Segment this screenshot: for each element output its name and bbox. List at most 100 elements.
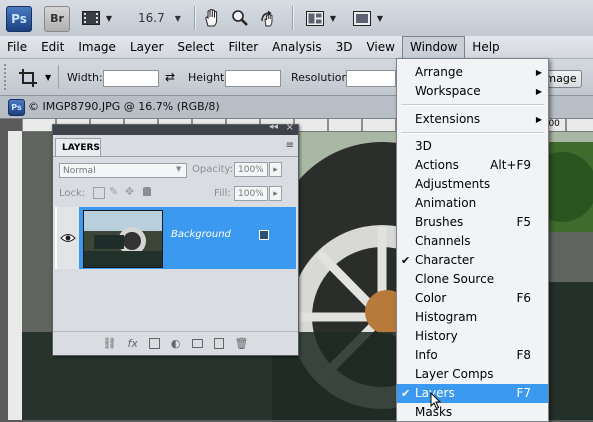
- menu-layer[interactable]: Layer: [123, 36, 170, 58]
- lock-transparency-icon[interactable]: [93, 187, 105, 199]
- menu-item-label: Layer Comps: [415, 367, 494, 381]
- panel-menu-icon[interactable]: ≡: [286, 140, 294, 151]
- menu-item-info[interactable]: Info F8: [397, 346, 548, 365]
- menu-item-character[interactable]: ✔ Character: [397, 251, 548, 270]
- opacity-arrow[interactable]: ▸: [269, 162, 282, 177]
- arrange-documents-icon[interactable]: [304, 6, 326, 30]
- zoom-value: 16.7: [138, 11, 165, 25]
- menu-file[interactable]: File: [0, 36, 34, 58]
- menu-select[interactable]: Select: [170, 36, 221, 58]
- menu-item-adjustments[interactable]: Adjustments: [397, 175, 548, 194]
- zoom-level-dropdown[interactable]: 16.7 ▼: [126, 6, 204, 30]
- menu-edit[interactable]: Edit: [34, 36, 71, 58]
- collapse-icon[interactable]: ◂◂: [269, 122, 278, 132]
- tab-layers[interactable]: LAYERS: [55, 138, 101, 156]
- menu-item-workspace[interactable]: Workspace ▶: [397, 82, 548, 101]
- checkmark-icon: ✔: [401, 387, 411, 400]
- menu-item-shortcut: F5: [516, 215, 531, 229]
- menu-item-label: Adjustments: [415, 177, 491, 191]
- checkmark-icon: ✔: [401, 254, 411, 267]
- grip-handle[interactable]: [4, 64, 12, 90]
- menu-window[interactable]: Window: [401, 36, 466, 58]
- menu-item-layer-comps[interactable]: Layer Comps: [397, 365, 548, 384]
- fx-icon[interactable]: fx: [128, 337, 138, 350]
- adjustment-layer-icon[interactable]: ◐: [171, 337, 181, 350]
- menu-item-arrange[interactable]: Arrange ▶: [397, 63, 548, 82]
- width-input[interactable]: [103, 70, 159, 87]
- menu-item-label: Workspace: [415, 84, 481, 98]
- layer-thumbnail[interactable]: [83, 210, 163, 268]
- menu-item-actions[interactable]: Actions Alt+F9: [397, 156, 548, 175]
- menu-item-channels[interactable]: Channels: [397, 232, 548, 251]
- menu-analysis[interactable]: Analysis: [265, 36, 328, 58]
- mouse-cursor-icon: [430, 391, 442, 413]
- link-layers-icon[interactable]: ⛓: [103, 337, 117, 350]
- chevron-down-icon[interactable]: ▼: [103, 6, 115, 30]
- menu-image[interactable]: Image: [71, 36, 123, 58]
- menu-item-clone-source[interactable]: Clone Source: [397, 270, 548, 289]
- menu-item-masks[interactable]: Masks: [397, 403, 548, 422]
- menu-item-3d[interactable]: 3D: [397, 137, 548, 156]
- menu-item-histogram[interactable]: Histogram: [397, 308, 548, 327]
- menu-item-animation[interactable]: Animation: [397, 194, 548, 213]
- blend-mode-value: Normal: [63, 166, 96, 176]
- height-label: Height:: [188, 71, 229, 84]
- crop-tool-icon[interactable]: [18, 68, 40, 88]
- menu-item-label: Brushes: [415, 215, 464, 229]
- new-layer-icon[interactable]: [213, 338, 224, 349]
- menu-help[interactable]: Help: [465, 36, 506, 58]
- submenu-arrow-icon: ▶: [535, 87, 542, 96]
- layer-row-background[interactable]: Background: [55, 207, 296, 269]
- ruler-vertical[interactable]: [8, 131, 23, 420]
- document-title: © IMGP8790.JPG @ 16.7% (RGB/8): [28, 100, 220, 113]
- menu-item-color[interactable]: Color F6: [397, 289, 548, 308]
- menu-3d[interactable]: 3D: [329, 36, 360, 58]
- visibility-eye-icon[interactable]: [57, 207, 80, 269]
- menu-item-history[interactable]: History: [397, 327, 548, 346]
- menu-item-brushes[interactable]: Brushes F5: [397, 213, 548, 232]
- swap-icon[interactable]: ⇄: [165, 70, 175, 84]
- rotate-view-icon[interactable]: [258, 6, 280, 30]
- separator: [292, 6, 294, 30]
- chevron-down-icon[interactable]: ▼: [327, 6, 339, 30]
- menu-item-extensions[interactable]: Extensions ▶: [397, 110, 548, 129]
- width-label: Width:: [67, 71, 103, 84]
- layer-name[interactable]: Background: [171, 229, 231, 240]
- lock-image-icon[interactable]: ✎: [109, 185, 118, 198]
- menu-item-label: Info: [415, 348, 438, 362]
- application-bar: Ps Br ▼ 16.7 ▼ ▼ ▼: [0, 0, 593, 37]
- close-icon[interactable]: ×: [286, 122, 294, 133]
- panel-header[interactable]: ◂◂ ×: [53, 122, 298, 135]
- menu-item-label: Actions: [415, 158, 459, 172]
- add-mask-icon[interactable]: [148, 338, 160, 349]
- resolution-label: Resolution:: [291, 71, 353, 84]
- chevron-down-icon[interactable]: ▼: [45, 73, 51, 82]
- blend-mode-select[interactable]: Normal: [59, 163, 187, 178]
- menu-view[interactable]: View: [359, 36, 401, 58]
- menu-item-label: Channels: [415, 234, 471, 248]
- menu-filter[interactable]: Filter: [221, 36, 265, 58]
- submenu-arrow-icon: ▶: [535, 68, 542, 77]
- menu-item-shortcut: F7: [516, 386, 531, 400]
- new-group-icon[interactable]: [191, 339, 203, 348]
- lock-position-icon[interactable]: ✥: [125, 185, 134, 198]
- zoom-icon[interactable]: [229, 6, 251, 30]
- height-input[interactable]: [225, 70, 281, 87]
- hand-icon[interactable]: [201, 6, 223, 30]
- menu-item-label: Animation: [415, 196, 477, 210]
- bridge-button[interactable]: Br: [44, 6, 70, 32]
- lock-label: Lock:: [59, 188, 86, 199]
- opacity-input[interactable]: 100%: [234, 162, 268, 177]
- screen-mode-icon[interactable]: [351, 6, 373, 30]
- lock-all-icon[interactable]: [143, 187, 151, 196]
- fill-arrow[interactable]: ▸: [269, 186, 282, 201]
- resolution-input[interactable]: [346, 70, 396, 87]
- chevron-down-icon[interactable]: ▼: [374, 6, 386, 30]
- film-icon[interactable]: [80, 6, 102, 30]
- menu-item-layers[interactable]: ✔ Layers F7: [397, 384, 548, 403]
- fill-input[interactable]: 100%: [234, 186, 268, 201]
- trash-icon[interactable]: 🗑: [235, 337, 249, 350]
- chevron-down-icon: ▼: [174, 13, 181, 23]
- panel-footer: ⛓ fx ◐ 🗑: [53, 331, 298, 355]
- menu-item-shortcut: Alt+F9: [490, 158, 531, 172]
